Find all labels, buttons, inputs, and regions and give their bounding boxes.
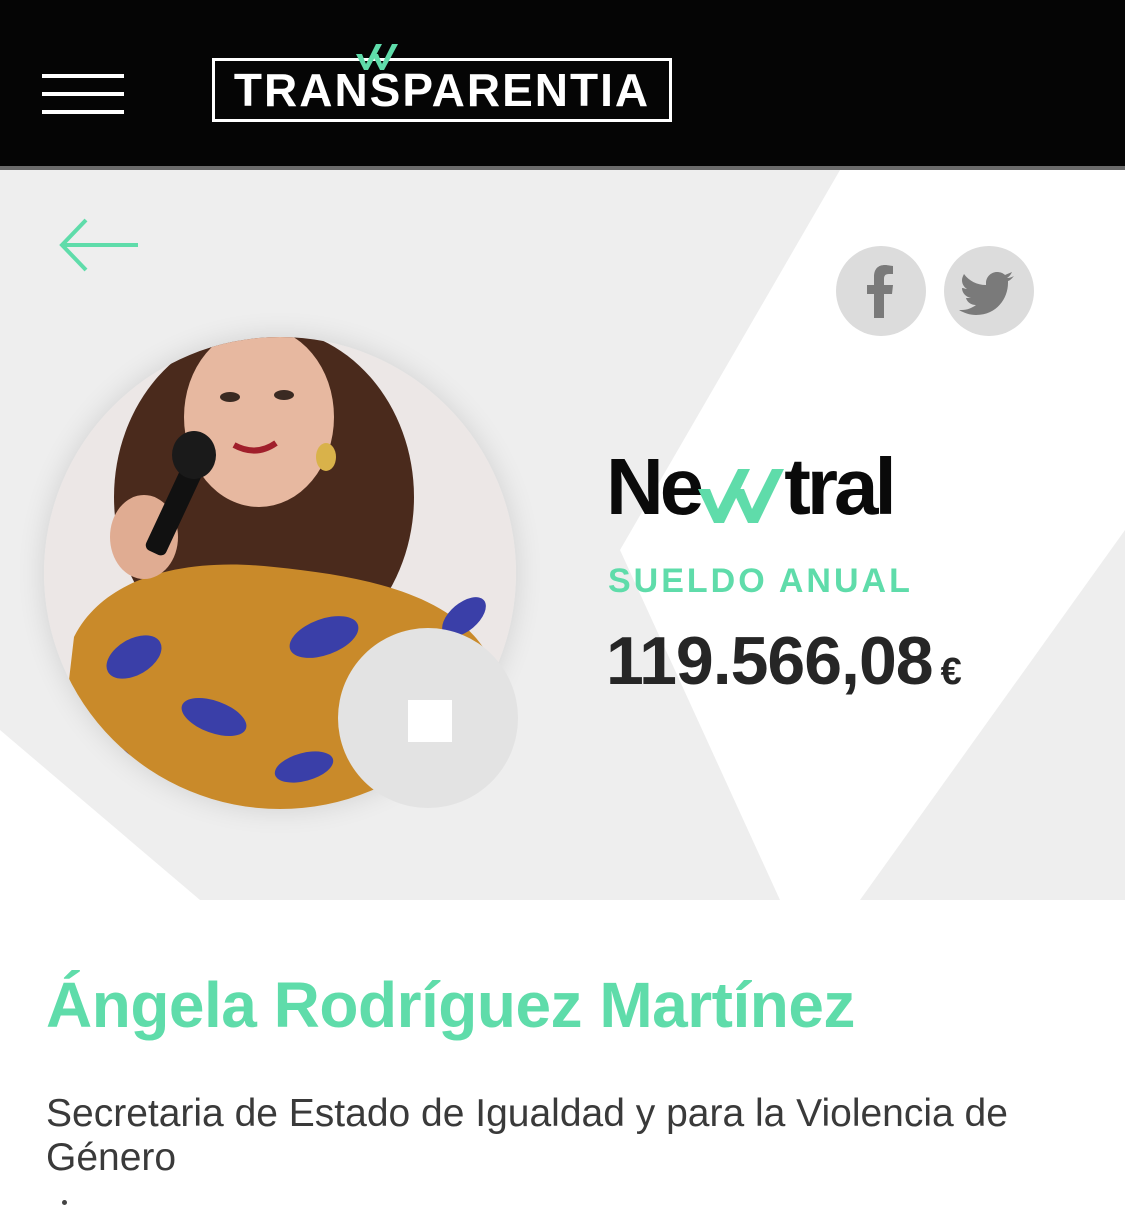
salary-label: SUELDO ANUAL	[608, 562, 913, 600]
salary-amount: 119.566,08 €	[606, 622, 962, 700]
twitter-icon	[959, 272, 1014, 315]
arrow-left-icon[interactable]	[56, 212, 142, 278]
newtral-logo: Ne tral	[606, 442, 897, 532]
brand-suffix: tral	[784, 442, 896, 531]
facebook-share-button[interactable]	[836, 246, 926, 336]
bullet-dot	[62, 1200, 67, 1205]
facebook-icon	[867, 265, 893, 318]
brand-prefix: Ne	[606, 442, 704, 531]
check-marks-icon	[356, 44, 398, 70]
twitter-share-button[interactable]	[944, 246, 1034, 336]
salary-number: 119.566,08	[606, 623, 934, 699]
menu-line	[42, 110, 124, 114]
person-name: Ángela Rodríguez Martínez	[46, 969, 855, 1041]
person-role: Secretaria de Estado de Igualdad y para …	[46, 1092, 1008, 1179]
menu-line	[42, 74, 124, 78]
menu-line	[42, 92, 124, 96]
hamburger-menu-icon[interactable]	[42, 74, 124, 114]
play-button[interactable]	[338, 628, 518, 808]
top-bar: TRANSPARENTIA	[0, 0, 1125, 170]
transparentia-logo[interactable]: TRANSPARENTIA	[212, 58, 672, 122]
currency-symbol: €	[940, 651, 962, 693]
stop-square-icon	[408, 700, 452, 742]
check-marks-icon	[698, 468, 785, 523]
